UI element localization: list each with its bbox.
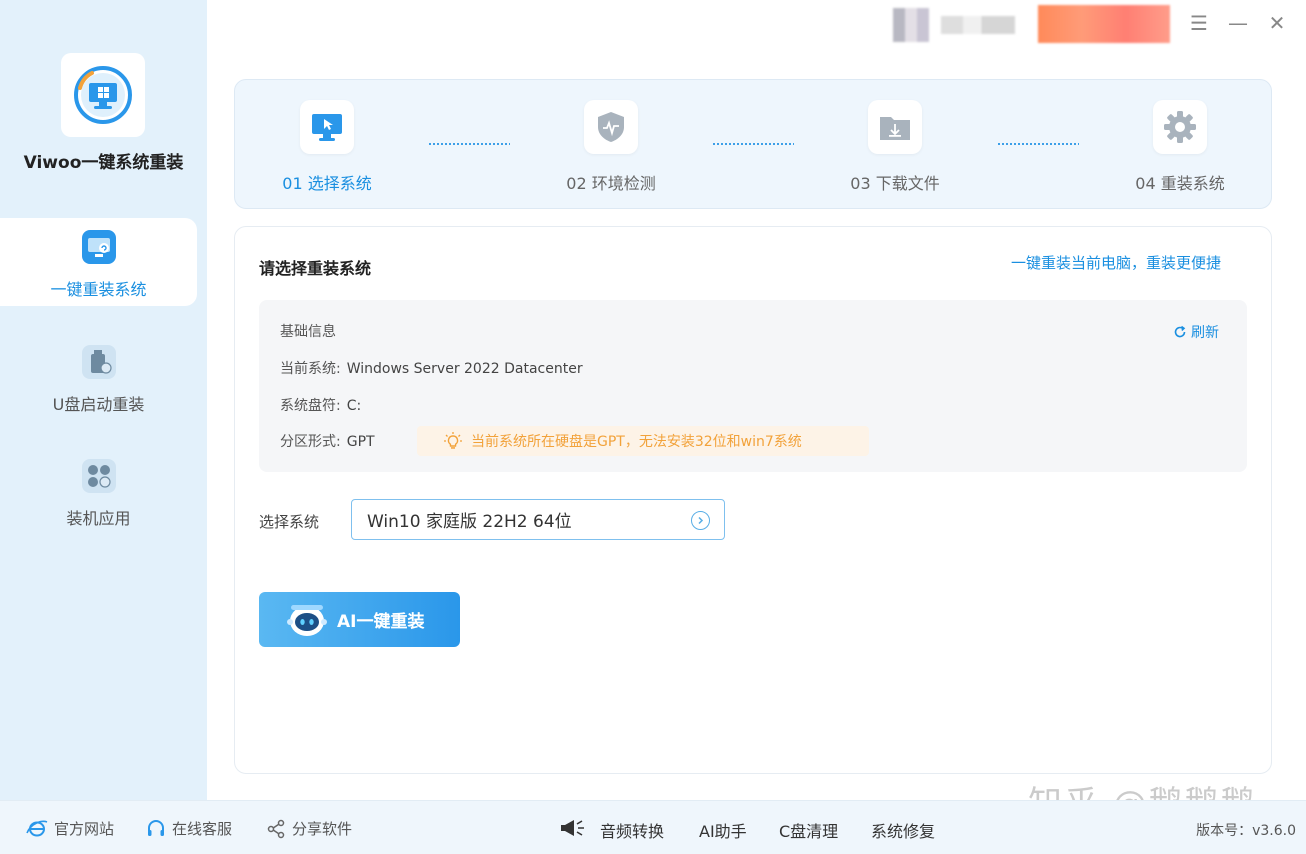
headset-icon <box>148 819 164 836</box>
monitor-cursor-icon <box>300 100 354 154</box>
footer-label: 分享软件 <box>292 820 353 838</box>
lightbulb-icon <box>444 432 462 449</box>
warning-text: 当前系统所在硬盘是GPT，无法安装32位和win7系统 <box>471 434 802 450</box>
step-reinstall: 04 重装系统 <box>1110 80 1250 210</box>
info-label: 分区形式: <box>280 434 341 450</box>
sidebar-item-label: 一键重装系统 <box>50 280 147 299</box>
step-label: 04 重装系统 <box>1135 174 1225 193</box>
info-row-system-drive: 系统盘符: C: <box>280 395 361 415</box>
version-text: 版本号：v3.6.0 <box>1196 823 1296 839</box>
info-label: 当前系统: <box>280 361 341 377</box>
system-select[interactable]: Win10 家庭版 22H2 64位 <box>351 499 725 540</box>
info-value: GPT <box>346 434 375 450</box>
shield-pulse-icon <box>584 100 638 154</box>
step-download: 03 下载文件 <box>825 80 965 210</box>
promo-banner-blurred[interactable] <box>1038 5 1170 43</box>
refresh-label: 刷新 <box>1191 325 1219 341</box>
close-icon[interactable]: ✕ <box>1264 10 1290 36</box>
step-connector <box>428 143 510 145</box>
app-logo <box>61 53 145 137</box>
step-connector <box>997 143 1079 145</box>
official-site-link[interactable]: 官方网站 <box>26 818 114 839</box>
info-label: 系统盘符: <box>280 398 341 414</box>
ai-assistant-link[interactable]: AI助手 <box>699 818 747 842</box>
info-heading: 基础信息 <box>280 324 336 340</box>
ie-globe-icon <box>26 820 48 836</box>
gear-icon <box>1153 100 1207 154</box>
step-label: 02 环境检测 <box>566 174 656 193</box>
chevron-right-icon <box>691 511 710 530</box>
info-row-current-system: 当前系统: Windows Server 2022 Datacenter <box>280 358 583 378</box>
step-label: 03 下载文件 <box>850 174 940 193</box>
page-title: 请选择重装系统 <box>259 259 372 278</box>
info-value: C: <box>346 398 362 414</box>
system-repair-link[interactable]: 系统修复 <box>871 818 935 842</box>
reinstall-current-link[interactable]: 一键重装当前电脑，重装更便捷 <box>1011 252 1221 273</box>
main-panel: 请选择重装系统 一键重装当前电脑，重装更便捷 基础信息 刷新 当前系统: Wind… <box>234 226 1272 774</box>
minimize-icon[interactable]: — <box>1225 10 1251 36</box>
info-row-partition: 分区形式: GPT <box>280 431 375 451</box>
select-system-label: 选择系统 <box>259 513 320 531</box>
sidebar: Viwoo一键系统重装 一键重装系统 U盘启动重装 装机应用 <box>0 0 207 800</box>
app-name: Viwoo一键系统重装 <box>23 153 184 173</box>
user-avatar-blurred[interactable] <box>893 8 929 42</box>
system-select-value: Win10 家庭版 22H2 64位 <box>367 512 572 532</box>
c-drive-clean-link[interactable]: C盘清理 <box>779 818 838 842</box>
footer-label: 官方网站 <box>54 820 115 838</box>
share-icon <box>267 819 285 838</box>
sidebar-item-apps[interactable]: 装机应用 <box>0 447 197 535</box>
app-window: Viwoo一键系统重装 一键重装系统 U盘启动重装 装机应用 ☰ — ✕ 01 … <box>0 0 1306 854</box>
share-software-link[interactable]: 分享软件 <box>266 818 352 839</box>
monitor-reinstall-icon <box>80 228 118 266</box>
apps-icon <box>80 457 118 495</box>
logo-monitor-icon <box>74 66 132 124</box>
gpt-warning: 当前系统所在硬盘是GPT，无法安装32位和win7系统 <box>417 426 869 456</box>
step-label: 01 选择系统 <box>282 174 372 193</box>
sidebar-item-one-click-reinstall[interactable]: 一键重装系统 <box>0 218 197 306</box>
sidebar-item-label: U盘启动重装 <box>52 395 145 414</box>
sidebar-item-usb-reinstall[interactable]: U盘启动重装 <box>0 333 197 421</box>
step-connector <box>712 143 794 145</box>
folder-download-icon <box>868 100 922 154</box>
step-select-system: 01 选择系统 <box>257 80 397 210</box>
megaphone-icon <box>558 816 588 840</box>
usb-drive-icon <box>80 343 118 381</box>
info-value: Windows Server 2022 Datacenter <box>346 361 583 377</box>
refresh-button[interactable]: 刷新 <box>1173 322 1219 342</box>
steps-progress: 01 选择系统 02 环境检测 03 下载文件 04 重装系统 <box>234 79 1272 209</box>
ai-reinstall-label: AI一键重装 <box>337 612 425 632</box>
basic-info-box: 基础信息 刷新 当前系统: Windows Server 2022 Datacen… <box>259 300 1247 472</box>
user-name-blurred <box>941 16 1015 34</box>
audio-convert-link[interactable]: 音频转换 <box>600 818 664 842</box>
step-env-check: 02 环境检测 <box>541 80 681 210</box>
footer-bar: 官方网站 在线客服 分享软件 音频转换 AI助手 C盘清理 系统修复 版本号：v… <box>0 800 1306 854</box>
sidebar-item-label: 装机应用 <box>66 509 131 528</box>
menu-icon[interactable]: ☰ <box>1186 10 1212 36</box>
footer-label: 在线客服 <box>172 820 233 838</box>
ai-reinstall-button[interactable]: AI一键重装 <box>259 592 460 647</box>
refresh-icon <box>1174 325 1186 338</box>
online-support-link[interactable]: 在线客服 <box>146 818 232 839</box>
robot-icon <box>287 604 327 636</box>
